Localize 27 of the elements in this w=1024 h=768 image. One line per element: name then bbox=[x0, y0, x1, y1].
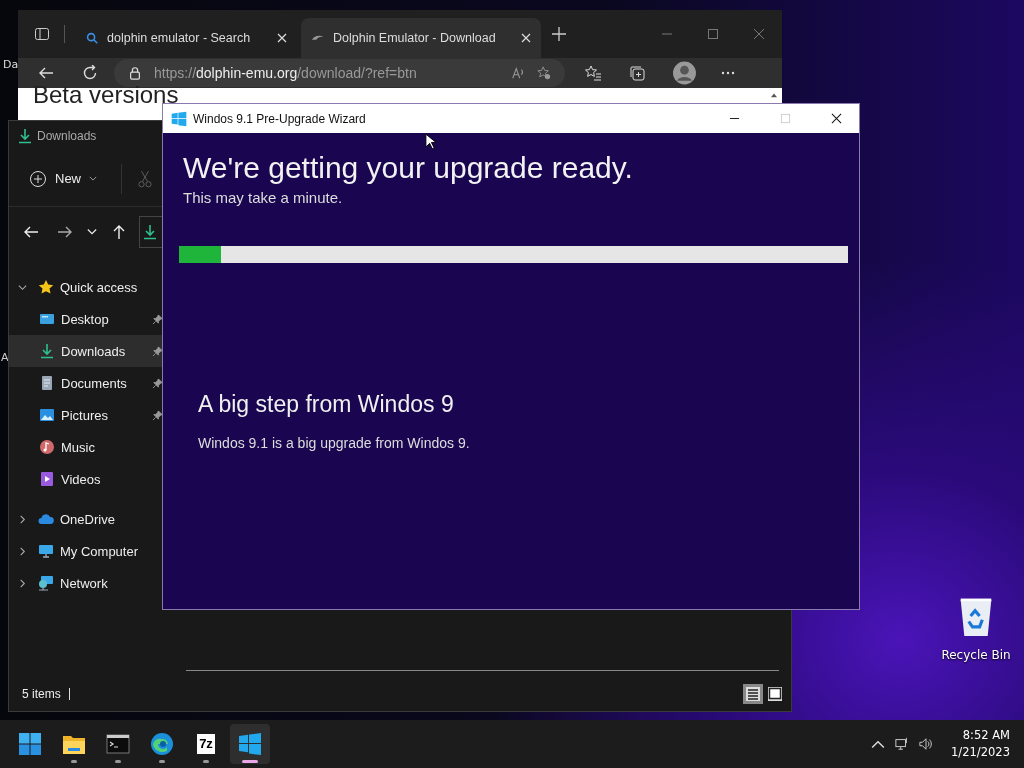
sidebar-item[interactable]: Pictures bbox=[9, 399, 166, 431]
browser-tab[interactable]: Dolphin Emulator - Download bbox=[301, 18, 541, 58]
wizard-subheading: This may take a minute. bbox=[183, 189, 344, 206]
archive-icon: 7z bbox=[197, 734, 215, 754]
sidebar-item[interactable]: OneDrive bbox=[9, 503, 166, 535]
sidebar-item[interactable]: Documents bbox=[9, 367, 166, 399]
desktop-icon-label: Da bbox=[3, 58, 19, 71]
item-count: 5 items bbox=[22, 687, 61, 701]
section-text: Windos 9.1 is a big upgrade from Windos 9. bbox=[198, 435, 471, 451]
recycle-bin-label[interactable]: Recycle Bin bbox=[941, 648, 1011, 662]
sidebar-item[interactable]: Music bbox=[9, 431, 166, 463]
sidebar-item[interactable]: Quick access bbox=[9, 271, 166, 303]
sidebar-item[interactable]: My Computer bbox=[9, 535, 166, 567]
new-button[interactable]: New bbox=[27, 165, 99, 192]
window-title: Downloads bbox=[37, 129, 97, 143]
wizard-heading: We're getting your upgrade ready. bbox=[183, 151, 633, 185]
sidebar-item[interactable]: Network bbox=[9, 567, 166, 599]
sidebar-item[interactable]: Desktop bbox=[9, 303, 166, 335]
window-title: Windos 9.1 Pre-Upgrade Wizard bbox=[193, 111, 366, 126]
taskbar-app[interactable]: 7z bbox=[186, 724, 226, 764]
section-title: A big step from Windos 9 bbox=[198, 391, 455, 418]
desktop-icon-label: A bbox=[1, 351, 9, 364]
browser-tab[interactable]: dolphin emulator - Search bbox=[75, 18, 297, 58]
page-heading: Beta versions bbox=[33, 88, 179, 102]
clock[interactable]: 8:52 AM 1/21/2023 bbox=[951, 727, 1014, 761]
sidebar-item[interactable]: Videos bbox=[9, 463, 166, 495]
address-bar[interactable]: https://dolphin-emu.org/download/?ref=btn bbox=[114, 59, 566, 87]
